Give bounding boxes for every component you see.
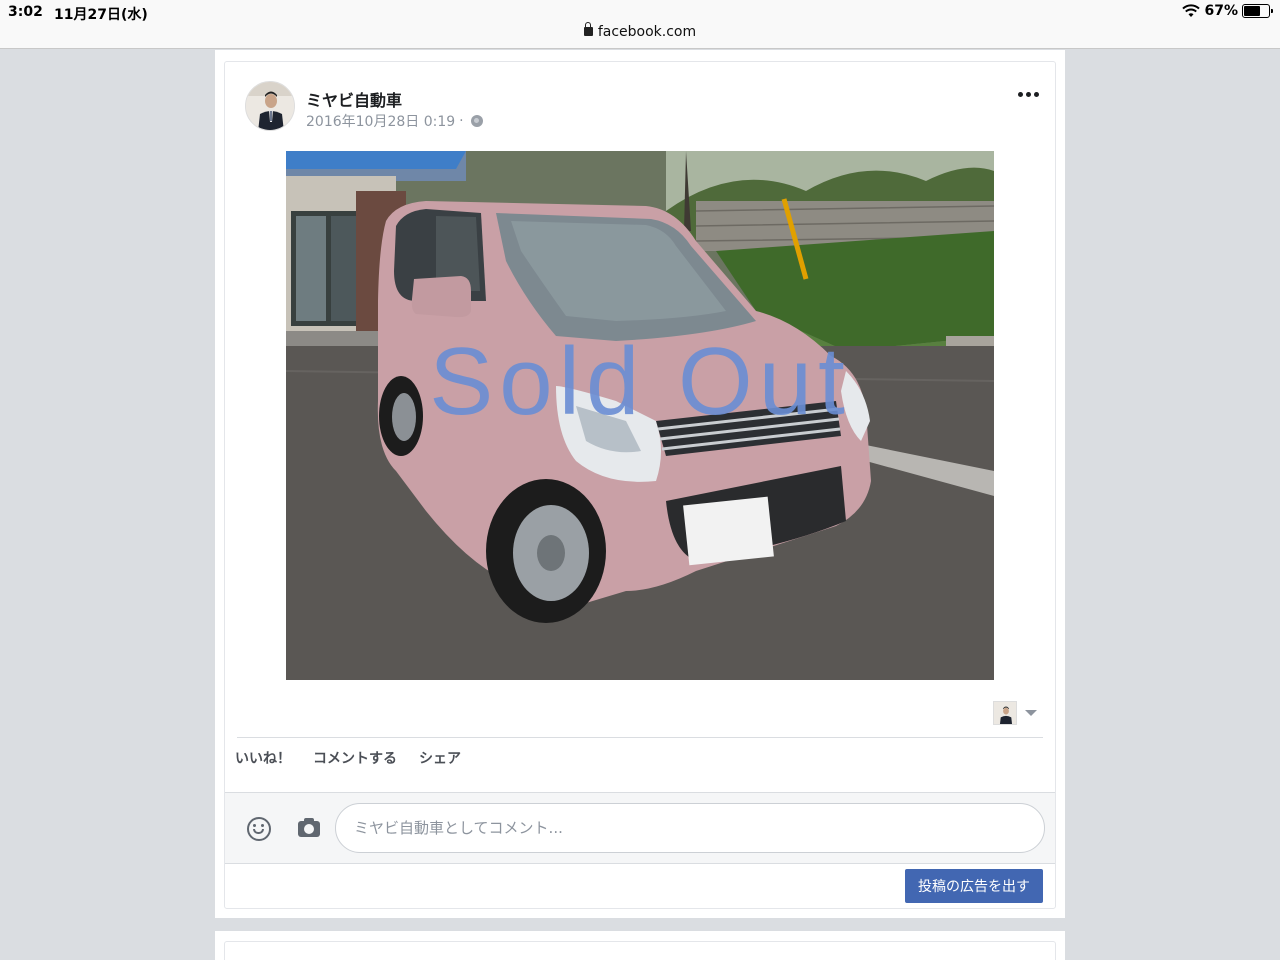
page-avatar[interactable] (245, 81, 295, 131)
comment-composer (225, 792, 1055, 864)
post-meta: 2016年10月28日 0:19 · (306, 111, 483, 131)
browser-top-bar: 3:02 11月27日(水) 67% facebook.com (0, 0, 1280, 49)
sold-out-overlay: Sold Out (429, 328, 851, 435)
dropdown-caret-icon[interactable] (1025, 710, 1037, 716)
lock-icon (583, 22, 593, 36)
post-photo[interactable]: Sold Out (286, 151, 994, 680)
post-timestamp[interactable]: 2016年10月28日 0:19 (306, 111, 455, 131)
like-button[interactable]: いいね！ (235, 748, 291, 768)
post-actions: いいね！ コメントする シェア (235, 748, 461, 768)
battery-percent: 67% (1204, 3, 1238, 19)
wifi-icon (1182, 4, 1201, 17)
avatar-person-image (246, 82, 294, 130)
mini-avatar-image (994, 702, 1016, 724)
globe-icon[interactable] (470, 115, 483, 127)
more-options-icon[interactable] (1018, 92, 1039, 97)
camera-icon[interactable] (298, 818, 320, 837)
url-text: facebook.com (597, 24, 697, 40)
status-right: 67% (1182, 3, 1273, 19)
post-card: ミヤビ自動車 2016年10月28日 0:19 · Sold Out いいね！ … (224, 61, 1056, 909)
comment-button[interactable]: コメントする (313, 748, 397, 768)
comment-input[interactable] (335, 803, 1045, 853)
battery-icon (1242, 4, 1273, 18)
page-name-link[interactable]: ミヤビ自動車 (306, 87, 402, 111)
status-date: 11月27日(水) (54, 7, 148, 23)
actor-selector-avatar[interactable] (993, 701, 1017, 725)
url-bar[interactable]: facebook.com (0, 22, 1280, 40)
reaction-row (237, 698, 1043, 738)
meta-separator: · (459, 113, 464, 129)
next-post-card (224, 941, 1056, 960)
share-button[interactable]: シェア (419, 748, 461, 768)
boost-post-button[interactable]: 投稿の広告を出す (905, 869, 1043, 903)
status-time: 3:02 (8, 4, 43, 20)
emoji-icon[interactable] (247, 817, 271, 841)
